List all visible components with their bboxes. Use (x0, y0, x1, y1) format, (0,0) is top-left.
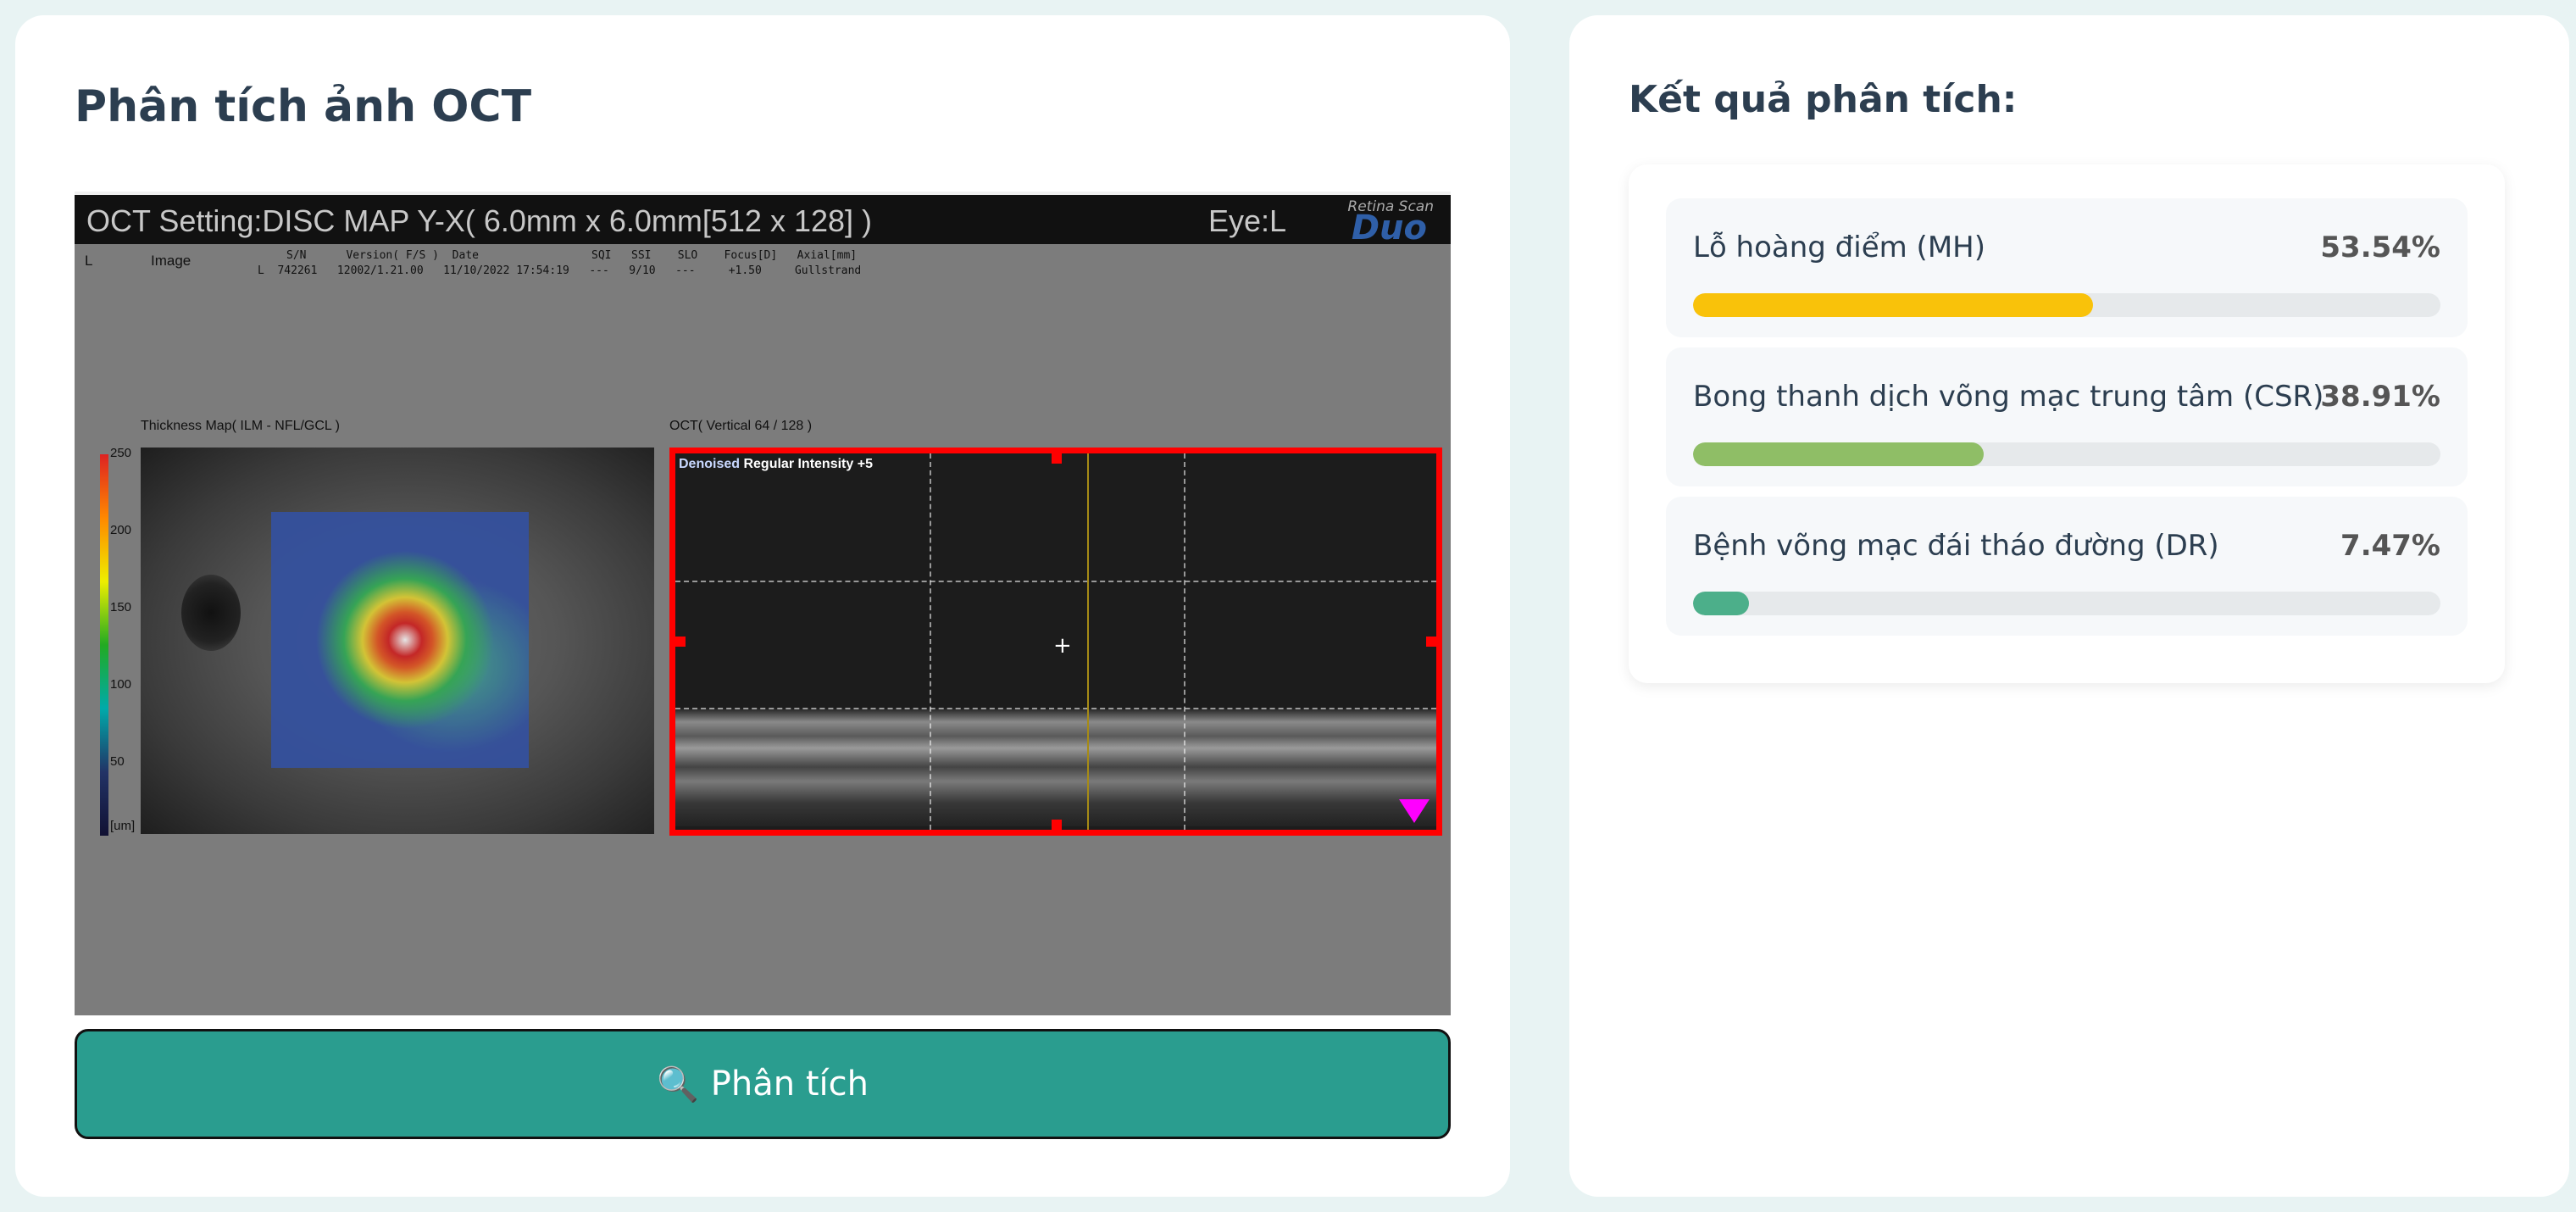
thickness-map-label: Thickness Map( ILM - NFL/GCL ) (141, 419, 341, 433)
oct-header-bar: OCT Setting:DISC MAP Y-X( 6.0mm x 6.0mm[… (75, 192, 1451, 247)
optic-disc (181, 575, 241, 651)
oct-scan-label: OCT( Vertical 64 / 128 ) (669, 419, 813, 433)
results-panel: Lỗ hoàng điểm (MH) 53.54% Bong thanh dịc… (1629, 164, 2505, 683)
scale-unit-label: [um] (110, 819, 136, 833)
resize-handle[interactable] (1426, 637, 1436, 647)
meta-values-row: L 742261 12002/1.21.00 11/10/2022 17:54:… (258, 264, 862, 277)
progress-track (1693, 592, 2440, 615)
result-name: Bệnh võng mạc đái tháo đường (DR) (1693, 529, 2219, 563)
progress-fill (1693, 293, 2094, 317)
analyze-button[interactable]: 🔍 Phân tích (75, 1029, 1451, 1139)
result-item: Bong thanh dịch võng mạc trung tâm (CSR)… (1666, 347, 2468, 486)
oct-eye-text: Eye:L (1208, 203, 1287, 238)
fundus-thickness-map (141, 448, 654, 834)
resize-handle[interactable] (1052, 820, 1062, 830)
progress-track (1693, 293, 2440, 317)
result-percent: 7.47% (2340, 529, 2440, 563)
result-item: Bệnh võng mạc đái tháo đường (DR) 7.47% (1666, 497, 2468, 636)
retina-layers (675, 708, 1436, 826)
resize-handle[interactable] (675, 637, 686, 647)
meta-eye-label: L (85, 253, 93, 269)
progress-track (1693, 442, 2440, 466)
brand-logo-big: Duo (1351, 208, 1427, 247)
scan-gridline (930, 453, 931, 830)
result-name: Lỗ hoàng điểm (MH) (1693, 231, 1985, 264)
scan-gridline (675, 708, 1436, 709)
analyze-button-label: Phân tích (710, 1065, 869, 1104)
scale-label: 100 (110, 677, 132, 692)
scale-label: 50 (110, 754, 125, 769)
oct-bscan[interactable]: + Denoised Regular Intensity +5 (669, 448, 1442, 836)
scale-label: 250 (110, 446, 132, 460)
results-title: Kết quả phân tích: (1629, 78, 2018, 121)
marker-triangle-icon (1399, 799, 1430, 823)
scan-gridline (675, 581, 1436, 582)
resize-handle[interactable] (1052, 453, 1062, 464)
result-percent: 38.91% (2320, 380, 2440, 414)
results-card: Kết quả phân tích: Lỗ hoàng điểm (MH) 53… (1569, 15, 2569, 1197)
progress-fill (1693, 592, 1749, 615)
oct-image: OCT Setting:DISC MAP Y-X( 6.0mm x 6.0mm[… (75, 192, 1451, 1015)
scan-mode-label: Denoised Regular Intensity +5 (679, 457, 873, 471)
search-icon: 🔍 (656, 1065, 699, 1104)
result-percent: 53.54% (2320, 231, 2440, 264)
oct-setting-text: OCT Setting:DISC MAP Y-X( 6.0mm x 6.0mm[… (86, 203, 873, 238)
oct-analysis-card: Phân tích ảnh OCT OCT Setting:DISC MAP Y… (15, 15, 1510, 1197)
brand-logo: Retina Scan Duo (1303, 198, 1439, 247)
result-name: Bong thanh dịch võng mạc trung tâm (CSR) (1693, 380, 2324, 414)
scan-gridline (1184, 453, 1185, 830)
scan-position-line (1087, 453, 1089, 830)
thickness-color-scale (100, 454, 108, 836)
meta-header-row: S/N Version( F/S ) Date SQI SSI SLO Focu… (286, 249, 858, 262)
meta-image-label: Image (151, 253, 192, 269)
result-item: Lỗ hoàng điểm (MH) 53.54% (1666, 198, 2468, 337)
thickness-heatmap (271, 512, 529, 768)
scale-label: 200 (110, 523, 132, 537)
progress-fill (1693, 442, 1985, 466)
page-title: Phân tích ảnh OCT (75, 81, 532, 132)
crosshair-icon: + (1053, 633, 1072, 659)
scale-label: 150 (110, 600, 132, 614)
